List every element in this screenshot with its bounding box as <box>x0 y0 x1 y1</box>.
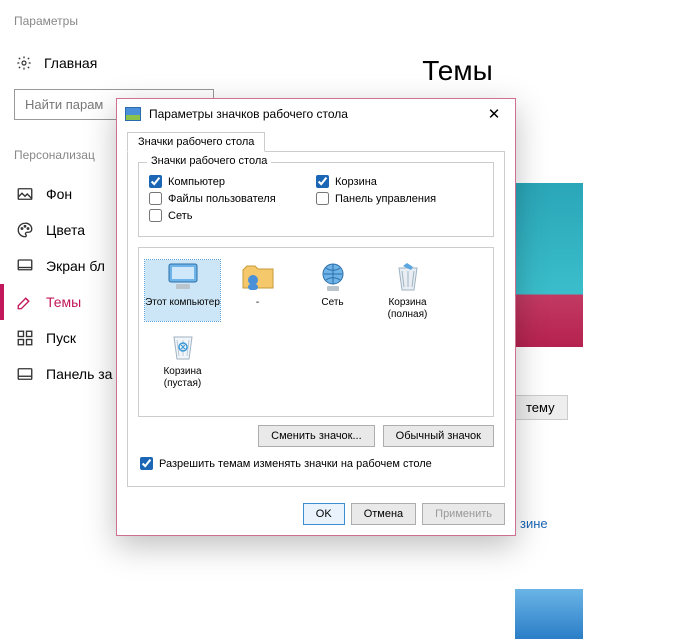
palette-icon <box>16 221 34 239</box>
grid-icon <box>16 329 34 347</box>
default-icon-button[interactable]: Обычный значок <box>383 425 494 447</box>
icons-fieldset: Значки рабочего стола Компьютер Файлы по… <box>138 162 494 237</box>
checkbox[interactable] <box>149 192 162 205</box>
picture-icon <box>16 185 34 203</box>
icon-label: - <box>256 297 259 308</box>
gear-icon <box>16 55 32 71</box>
monitor-icon <box>16 257 34 275</box>
theme-thumbnail[interactable] <box>515 183 583 347</box>
check-computer[interactable]: Компьютер <box>149 175 316 188</box>
pencil-icon <box>16 293 34 311</box>
cancel-button[interactable]: Отмена <box>351 503 416 525</box>
icon-this-pc[interactable]: Этот компьютер <box>145 260 220 321</box>
icon-label: Корзина (пустая) <box>163 366 201 389</box>
dialog-titlebar: Параметры значков рабочего стола ✕ <box>117 99 515 129</box>
ok-button[interactable]: OK <box>303 503 345 525</box>
computer-icon <box>164 260 202 294</box>
tab-desktop-icons[interactable]: Значки рабочего стола <box>127 132 265 152</box>
change-icon-button[interactable]: Сменить значок... <box>258 425 375 447</box>
check-label: Панель управления <box>335 193 436 205</box>
check-label: Корзина <box>335 176 377 188</box>
nav-label: Цвета <box>46 222 85 238</box>
check-recycle[interactable]: Корзина <box>316 175 483 188</box>
store-link[interactable]: зине <box>520 516 548 531</box>
page-title: Темы <box>250 55 665 87</box>
checkbox[interactable] <box>316 175 329 188</box>
checkbox[interactable] <box>149 209 162 222</box>
theme-thumbnail-2[interactable] <box>515 589 583 639</box>
check-label: Компьютер <box>168 176 225 188</box>
sidebar-home[interactable]: Главная <box>14 45 214 89</box>
sidebar-home-label: Главная <box>44 55 97 71</box>
checkbox[interactable] <box>149 175 162 188</box>
icon-network[interactable]: Сеть <box>295 260 370 321</box>
check-label: Сеть <box>168 210 192 222</box>
fieldset-legend: Значки рабочего стола <box>147 155 271 167</box>
check-label: Файлы пользователя <box>168 193 276 205</box>
checkbox[interactable] <box>316 192 329 205</box>
check-control-panel[interactable]: Панель управления <box>316 192 483 205</box>
nav-label: Пуск <box>46 330 76 346</box>
nav-label: Панель за <box>46 366 112 382</box>
dialog-title: Параметры значков рабочего стола <box>149 107 479 121</box>
icon-label: Сеть <box>321 297 343 308</box>
close-icon[interactable]: ✕ <box>479 105 509 123</box>
network-icon <box>314 260 352 294</box>
app-title: Параметры <box>0 0 675 28</box>
checkbox[interactable] <box>140 457 153 470</box>
icon-label: Корзина (полная) <box>388 297 428 320</box>
icon-recycle-empty[interactable]: Корзина (пустая) <box>145 329 220 390</box>
allow-themes-label: Разрешить темам изменять значки на рабоч… <box>159 458 432 470</box>
nav-label: Темы <box>46 294 81 310</box>
tab-panel: Значки рабочего стола Компьютер Файлы по… <box>127 151 505 487</box>
taskbar-icon <box>16 365 34 383</box>
desktop-icons-dialog: Параметры значков рабочего стола ✕ Значк… <box>116 98 516 536</box>
icon-grid: Этот компьютер - Сеть Корзина (полная) <box>138 247 494 417</box>
apply-theme-button[interactable]: тему <box>513 395 568 420</box>
icon-label: Этот компьютер <box>145 297 220 308</box>
nav-label: Фон <box>46 186 72 202</box>
apply-button[interactable]: Применить <box>422 503 505 525</box>
folder-user-icon <box>239 260 277 294</box>
check-user-files[interactable]: Файлы пользователя <box>149 192 316 205</box>
check-network[interactable]: Сеть <box>149 209 316 222</box>
recycle-full-icon <box>389 260 427 294</box>
icon-recycle-full[interactable]: Корзина (полная) <box>370 260 445 321</box>
allow-themes-check[interactable]: Разрешить темам изменять значки на рабоч… <box>140 457 494 470</box>
icon-user-files[interactable]: - <box>220 260 295 321</box>
nav-label: Экран бл <box>46 258 105 274</box>
dialog-sysicon <box>125 107 141 121</box>
recycle-empty-icon <box>164 329 202 363</box>
